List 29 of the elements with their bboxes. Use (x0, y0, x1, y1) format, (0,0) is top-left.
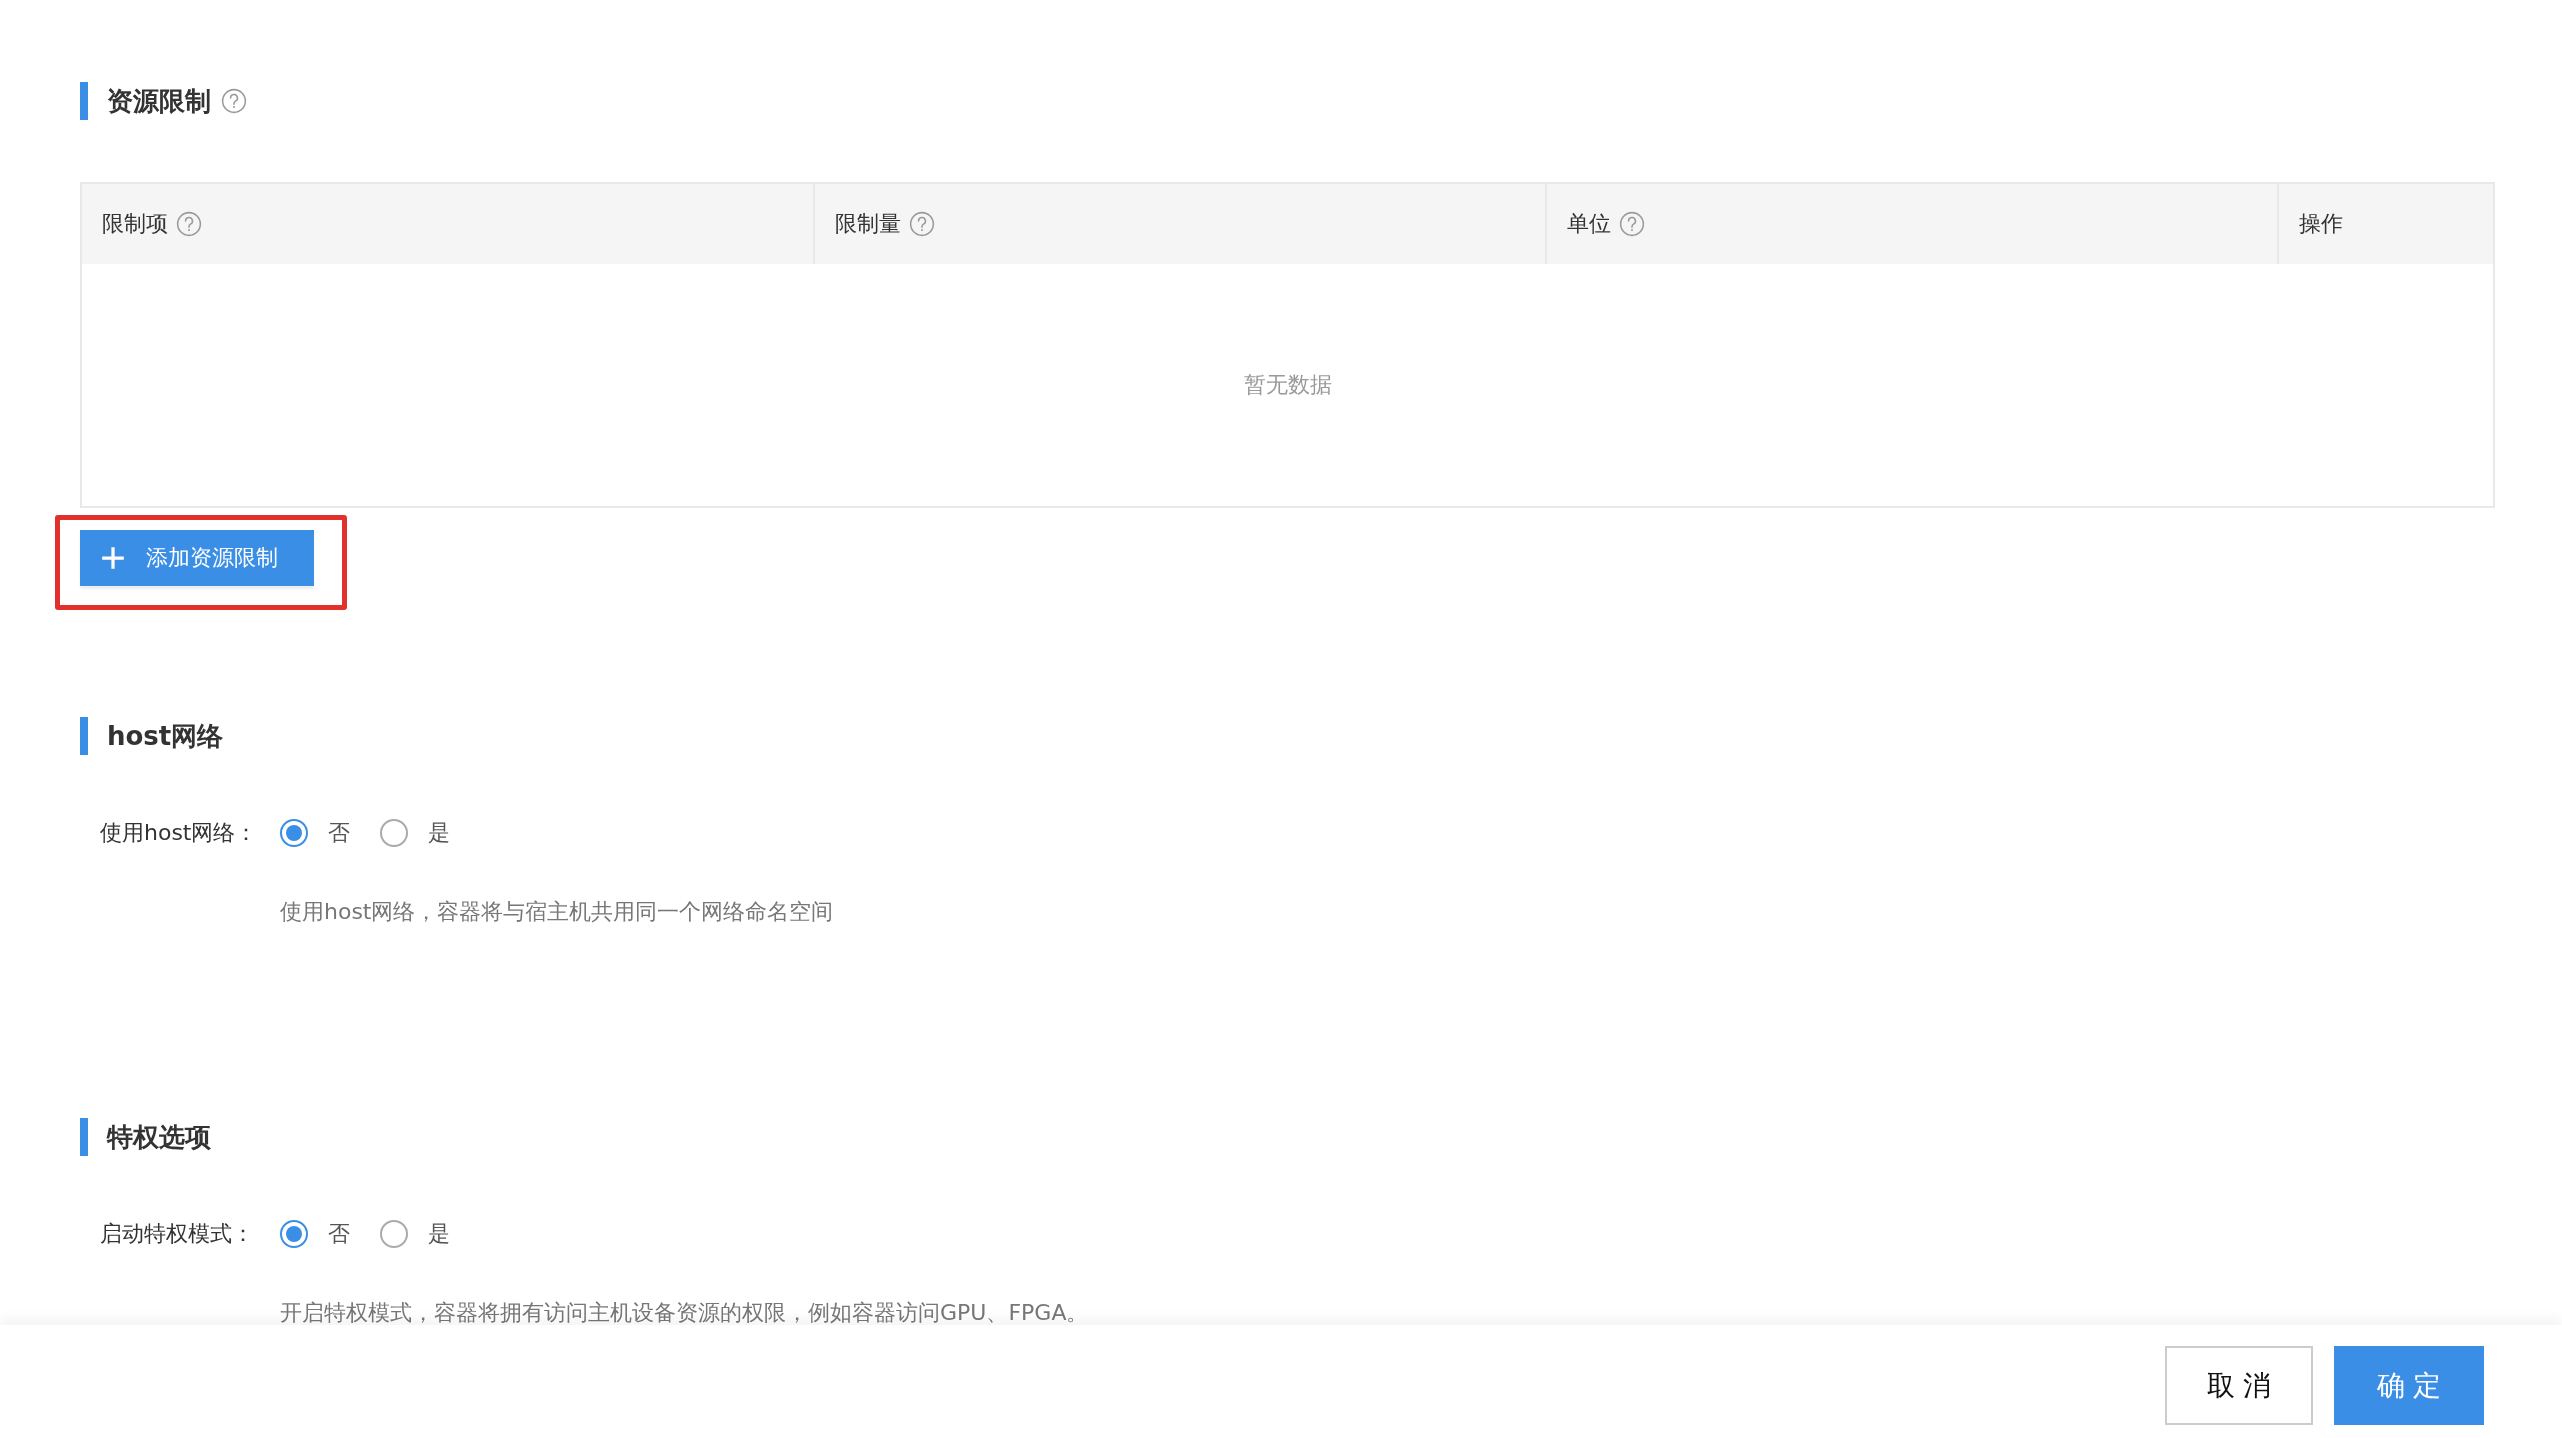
radio-option[interactable]: 是 (380, 818, 450, 848)
radio-button[interactable] (380, 1220, 408, 1248)
radio-option[interactable]: 是 (380, 1219, 450, 1249)
help-text: 开启特权模式，容器将拥有访问主机设备资源的权限，例如容器访问GPU、FPGA。 (280, 1299, 1090, 1327)
field-label: 使用host网络： (100, 819, 259, 847)
help-icon[interactable] (909, 211, 935, 237)
empty-message: 暂无数据 (1243, 371, 1332, 399)
column-label: 限制量 (835, 210, 901, 238)
column-label: 单位 (1567, 210, 1611, 238)
section-title: host网络 (107, 719, 224, 753)
help-text: 使用host网络，容器将与宿主机共用同一个网络命名空间 (280, 898, 835, 926)
section-marker (80, 82, 88, 120)
section-title: 特权选项 (107, 1120, 211, 1154)
help-icon[interactable] (221, 88, 247, 114)
radio-button[interactable] (380, 819, 408, 847)
radio-button[interactable] (280, 1220, 308, 1248)
cancel-button[interactable]: 取 消 (2165, 1346, 2313, 1425)
section-marker (80, 1118, 88, 1156)
column-label: 操作 (2299, 210, 2343, 238)
radio-button[interactable] (280, 819, 308, 847)
plus-icon (100, 545, 126, 571)
radio-option[interactable]: 否 (280, 1219, 350, 1249)
section-title: 资源限制 (107, 84, 211, 118)
help-icon[interactable] (1619, 211, 1645, 237)
column-label: 限制项 (102, 210, 168, 238)
field-label: 启动特权模式： (100, 1220, 255, 1248)
help-icon[interactable] (176, 211, 202, 237)
section-marker (80, 717, 88, 755)
radio-option[interactable]: 否 (280, 818, 350, 848)
